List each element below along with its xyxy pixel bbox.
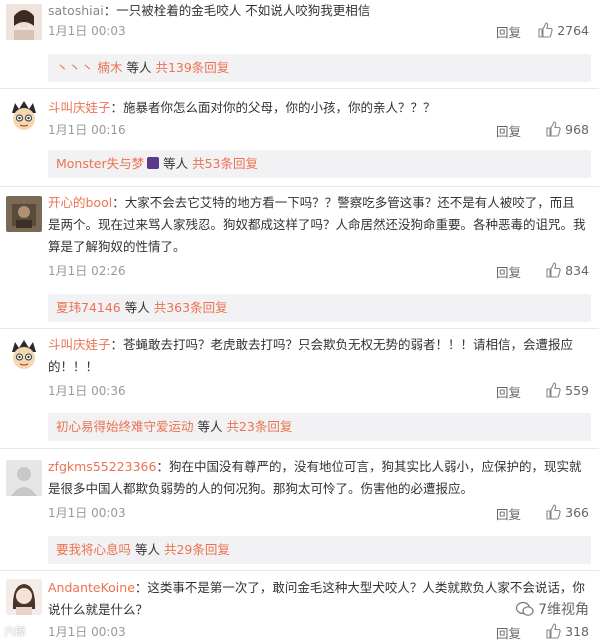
watermark-left: 六郎 <box>4 625 26 638</box>
comment-time: 1月1日 00:03 <box>48 625 126 639</box>
avatar[interactable] <box>6 460 42 496</box>
divider <box>0 570 599 571</box>
sub-reply-count[interactable]: 共23条回复 <box>226 419 292 434</box>
comment: zfgkms55223366：狗在中国没有尊严的，没有地位可言，狗其实比人弱小，… <box>0 454 599 566</box>
reply-button[interactable]: 回复 <box>496 623 521 642</box>
like-button[interactable]: 968 <box>545 121 589 137</box>
sub-reply-bar[interactable]: 初心易得始终难守爱运动 等人 共23条回复 <box>48 413 591 441</box>
comment-username[interactable]: 斗叫庆娃子 <box>48 337 111 352</box>
comment: AndanteKoine：这类事不是第一次了，敢问金毛这种大型犬咬人？人类就欺负… <box>0 575 599 641</box>
comment: 开心的bool：大家不会去它艾特的地方看一下吗？？警察吃多管这事？还不是有人被咬… <box>0 190 599 322</box>
avatar[interactable] <box>6 579 42 615</box>
divider <box>0 186 599 187</box>
divider <box>0 88 599 89</box>
divider <box>0 448 599 449</box>
thumbs-up-icon <box>546 121 561 137</box>
comment-time: 1月1日 02:26 <box>48 264 126 278</box>
comment-time: 1月1日 00:03 <box>48 24 126 38</box>
sub-reply-bar[interactable]: 夏玮74146 等人 共363条回复 <box>48 294 591 322</box>
like-button[interactable]: 834 <box>545 262 589 278</box>
badge-icon <box>147 157 160 169</box>
divider <box>0 328 599 329</box>
sub-reply-names[interactable]: 初心易得始终难守爱运动 <box>56 419 194 434</box>
comment: satoshiai：一只被栓着的金毛咬人 不如说人咬狗我更相信 1月1日 00:… <box>0 0 599 88</box>
sub-reply-names[interactable]: 丶丶丶 楠木 <box>56 60 122 75</box>
sub-reply-count[interactable]: 共363条回复 <box>154 300 228 315</box>
comment-text: ：施暴者你怎么面对你的父母，你的小孩，你的亲人？？？ <box>110 100 436 115</box>
like-button[interactable]: 559 <box>545 382 589 398</box>
watermark-text: 7维视角 <box>538 602 589 618</box>
like-count: 2764 <box>557 22 589 38</box>
comment-time: 1月1日 00:16 <box>48 123 126 137</box>
like-count: 366 <box>565 504 589 520</box>
reply-button[interactable]: 回复 <box>496 22 521 41</box>
comment-username[interactable]: 开心的bool <box>48 195 112 210</box>
comment: 斗叫庆娃子：施暴者你怎么面对你的父母，你的小孩，你的亲人？？？ 1月1日 00:… <box>0 93 599 181</box>
avatar[interactable] <box>6 338 42 374</box>
thumbs-up-icon <box>546 504 561 520</box>
like-count: 318 <box>565 623 589 639</box>
watermark: 7维视角 <box>516 599 589 619</box>
comment-time: 1月1日 00:36 <box>48 384 126 398</box>
comment-text: ：一只被栓着的金毛咬人 不如说人咬狗我更相信 <box>103 3 371 18</box>
avatar[interactable] <box>6 4 42 40</box>
sub-reply-count[interactable]: 共139条回复 <box>155 60 229 75</box>
sub-reply-count[interactable]: 共29条回复 <box>164 542 230 557</box>
comment-username[interactable]: AndanteKoine <box>48 580 135 595</box>
reply-button[interactable]: 回复 <box>496 382 521 401</box>
reply-button[interactable]: 回复 <box>496 121 521 140</box>
sub-reply-bar[interactable]: Monster失与梦 等人 共53条回复 <box>48 150 591 178</box>
sub-reply-bar[interactable]: 要我将心息吗 等人 共29条回复 <box>48 536 591 564</box>
thumbs-up-icon <box>538 22 553 38</box>
comment-username[interactable]: 斗叫庆娃子 <box>48 100 111 115</box>
comment-username[interactable]: zfgkms55223366 <box>48 459 156 474</box>
like-button[interactable]: 318 <box>545 623 589 639</box>
like-button[interactable]: 2764 <box>537 22 589 38</box>
thumbs-up-icon <box>546 623 561 639</box>
like-count: 834 <box>565 262 589 278</box>
like-count: 559 <box>565 382 589 398</box>
avatar[interactable] <box>6 196 42 232</box>
avatar[interactable] <box>6 99 42 135</box>
comment-text: ：大家不会去它艾特的地方看一下吗？？警察吃多管这事？还不是有人被咬了，而且是两个… <box>48 195 586 254</box>
comment-time: 1月1日 00:03 <box>48 506 126 520</box>
thumbs-up-icon <box>546 262 561 278</box>
comment: 斗叫庆娃子：苍蝇敢去打吗？老虎敢去打吗？只会欺负无权无势的弱者！！！请相信，会遭… <box>0 332 599 442</box>
thumbs-up-icon <box>546 382 561 398</box>
sub-reply-names[interactable]: 夏玮74146 <box>56 300 121 315</box>
comment-text: ：苍蝇敢去打吗？老虎敢去打吗？只会欺负无权无势的弱者！！！请相信，会遭报应的！！… <box>48 337 574 374</box>
like-button[interactable]: 366 <box>545 504 589 520</box>
reply-button[interactable]: 回复 <box>496 504 521 523</box>
sub-reply-names[interactable]: 要我将心息吗 <box>56 542 131 557</box>
sub-reply-bar[interactable]: 丶丶丶 楠木 等人 共139条回复 <box>48 54 591 82</box>
reply-button[interactable]: 回复 <box>496 262 521 281</box>
wechat-logo-icon <box>516 601 534 616</box>
comment-username[interactable]: satoshiai <box>48 3 104 18</box>
sub-reply-names[interactable]: Monster失与梦 <box>56 156 144 171</box>
like-count: 968 <box>565 121 589 137</box>
sub-reply-count[interactable]: 共53条回复 <box>192 156 258 171</box>
